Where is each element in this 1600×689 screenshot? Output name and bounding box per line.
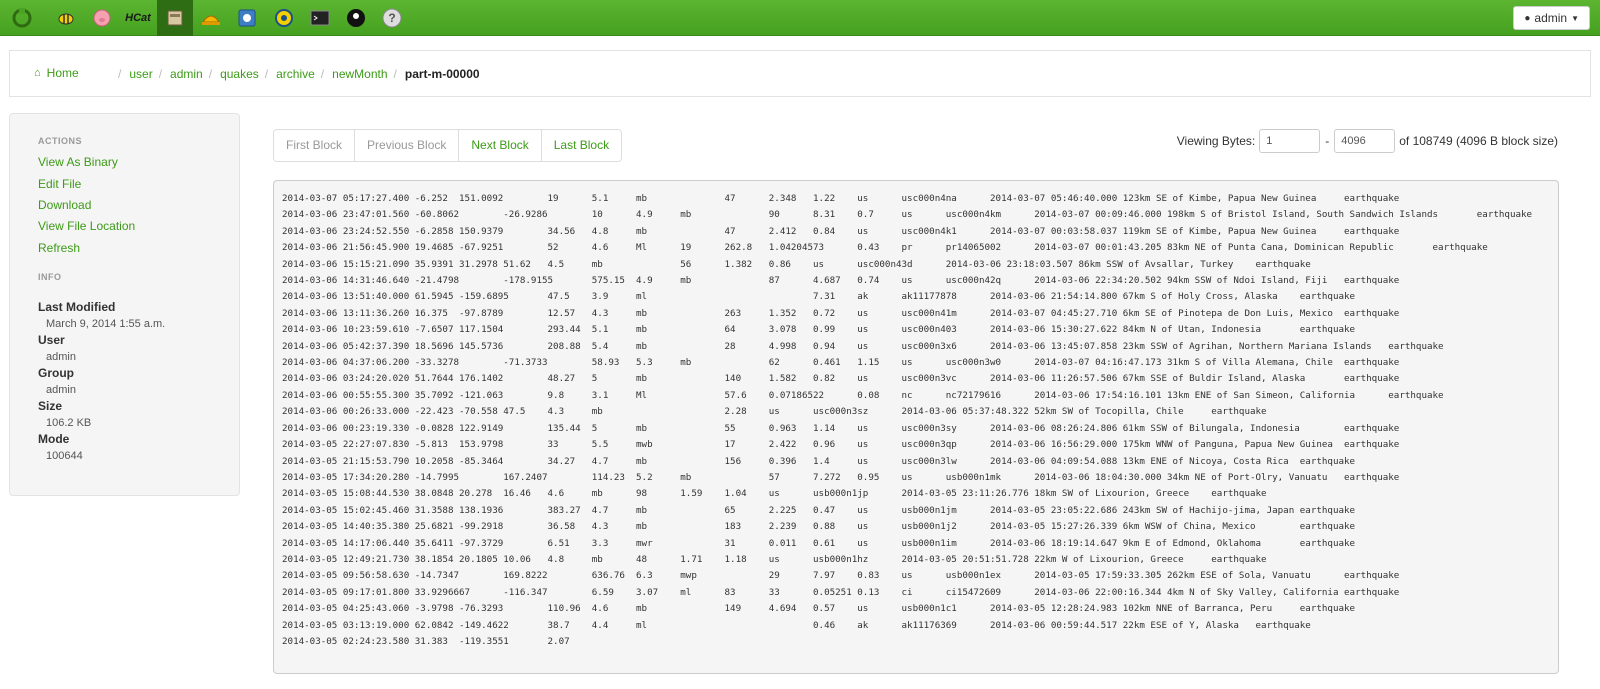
download-link[interactable]: Download: [38, 198, 91, 212]
breadcrumb-user[interactable]: user: [129, 67, 152, 81]
byte-from-input[interactable]: [1259, 129, 1321, 153]
range-dash: -: [1325, 134, 1330, 148]
breadcrumb-current: part-m-00000: [404, 67, 480, 81]
last-modified-label: Last Modified: [38, 300, 116, 314]
breadcrumb-admin[interactable]: admin: [170, 67, 203, 81]
job-browser-icon[interactable]: [266, 0, 302, 36]
user-admin-icon[interactable]: [338, 0, 374, 36]
view-as-binary-link[interactable]: View As Binary: [38, 155, 118, 169]
breadcrumb: ⌂ Home / user / admin / quakes / archive…: [9, 50, 1591, 97]
mode-label: Mode: [38, 432, 70, 446]
breadcrumb-newmonth[interactable]: newMonth: [332, 67, 387, 81]
file-contents-text: 2014-03-07 05:17:27.400 -6.252 151.0092 …: [282, 193, 1533, 647]
user-label: User: [38, 333, 65, 347]
previous-block-button[interactable]: Previous Block: [355, 130, 460, 161]
user-value: admin: [46, 351, 76, 363]
size-label: Size: [38, 399, 63, 413]
hive-bee-icon[interactable]: [48, 0, 84, 36]
shell-icon[interactable]: [302, 0, 338, 36]
last-block-button[interactable]: Last Block: [541, 130, 622, 161]
user-menu-button[interactable]: ● admin ▼: [1513, 6, 1590, 30]
job-designer-icon[interactable]: [193, 0, 229, 36]
hue-logo-icon[interactable]: [4, 0, 40, 36]
user-menu-label: admin: [1534, 11, 1568, 25]
caret-down-icon: ▼: [1571, 13, 1579, 23]
breadcrumb-home[interactable]: ⌂ Home: [34, 66, 79, 80]
sidebar: ACTIONS View As Binary Edit File Downloa…: [9, 113, 240, 496]
refresh-link[interactable]: Refresh: [38, 241, 80, 255]
size-value: 106.2 KB: [46, 417, 92, 429]
help-icon[interactable]: ?: [374, 0, 410, 36]
svg-text:?: ?: [388, 11, 395, 25]
top-navigation-bar: HCat ? ● admin ▼: [0, 0, 1600, 36]
info-heading: INFO: [38, 272, 62, 282]
next-block-button[interactable]: Next Block: [459, 130, 542, 161]
breadcrumb-home-label: Home: [46, 66, 79, 80]
block-pager: First Block Previous Block Next Block La…: [273, 129, 623, 162]
breadcrumb-path: / user / admin / quakes / archive / newM…: [118, 67, 480, 81]
pig-icon[interactable]: [84, 0, 120, 36]
group-label: Group: [38, 366, 74, 380]
viewing-bytes-suffix: of 108749 (4096 B block size): [1399, 134, 1558, 148]
edit-file-link[interactable]: Edit File: [38, 177, 81, 191]
byte-to-input[interactable]: [1334, 129, 1396, 153]
home-icon: ⌂: [34, 67, 41, 79]
mode-value: 100644: [46, 450, 83, 462]
breadcrumb-archive[interactable]: archive: [276, 67, 315, 81]
group-value: admin: [46, 384, 76, 396]
hcat-icon[interactable]: HCat: [120, 0, 156, 36]
last-modified-value: March 9, 2014 1:55 a.m.: [46, 318, 166, 330]
viewing-bytes: Viewing Bytes: - of 108749 (4096 B block…: [1177, 129, 1558, 153]
breadcrumb-quakes[interactable]: quakes: [220, 67, 259, 81]
file-contents-panel[interactable]: 2014-03-07 05:17:27.400 -6.252 151.0092 …: [273, 180, 1559, 674]
file-browser-icon[interactable]: [157, 0, 193, 36]
view-file-location-link[interactable]: View File Location: [38, 219, 135, 233]
viewing-bytes-label: Viewing Bytes:: [1176, 134, 1256, 148]
first-block-button[interactable]: First Block: [274, 130, 356, 161]
actions-heading: ACTIONS: [38, 136, 82, 146]
oozie-icon[interactable]: [229, 0, 265, 36]
user-icon: ●: [1524, 12, 1531, 24]
